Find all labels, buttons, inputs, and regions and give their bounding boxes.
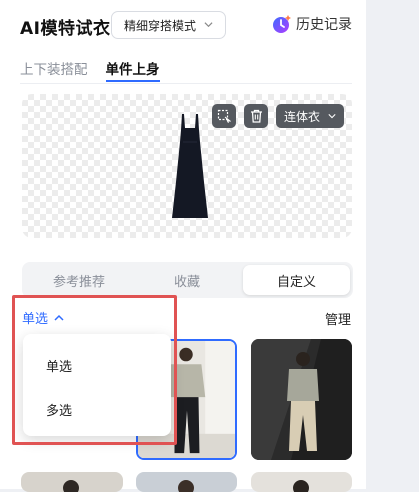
right-background: [366, 0, 419, 489]
history-label: 历史记录: [296, 17, 352, 33]
model-thumbnail[interactable]: [251, 339, 352, 460]
try-on-tabs: 上下装搭配 单件上身: [20, 58, 178, 82]
mode-select[interactable]: 精细穿搭模式: [111, 11, 226, 39]
tab-top-bottom[interactable]: 上下装搭配: [20, 58, 88, 82]
model-photo: [251, 339, 352, 460]
crop-select-icon: [217, 109, 231, 123]
tab-divider: [20, 83, 352, 84]
segment-recommended[interactable]: 参考推荐: [25, 265, 133, 295]
category-select[interactable]: 连体衣: [276, 104, 344, 128]
annotation-highlight: [12, 295, 177, 445]
app-title: AI模特试衣: [20, 19, 111, 39]
model-source-segment: 参考推荐 收藏 自定义: [22, 262, 353, 298]
manage-button[interactable]: 管理: [325, 309, 351, 328]
segment-favorites[interactable]: 收藏: [133, 265, 241, 295]
chevron-down-icon: [328, 114, 336, 119]
model-photo: [251, 472, 352, 492]
delete-button[interactable]: [244, 104, 268, 128]
history-icon: [273, 15, 291, 33]
trash-icon: [250, 109, 262, 123]
model-photo: [21, 472, 123, 492]
model-thumbnail[interactable]: [21, 472, 123, 492]
history-button[interactable]: 历史记录: [272, 14, 352, 34]
model-thumbnail[interactable]: [251, 472, 352, 492]
garment-preview: 连体衣: [22, 94, 352, 238]
side-panel: AI模特试衣 精细穿搭模式 历史记录 上下装搭配 单件上身 连体衣 参考推荐 收…: [0, 0, 366, 492]
mode-select-value: 精细穿搭模式: [124, 18, 197, 33]
crop-select-button[interactable]: [212, 104, 236, 128]
garment-image: [172, 114, 208, 218]
segment-custom[interactable]: 自定义: [243, 265, 350, 295]
tab-single-item[interactable]: 单件上身: [105, 58, 160, 82]
category-select-value: 连体衣: [284, 109, 321, 124]
model-photo: [136, 472, 237, 492]
model-thumbnail[interactable]: [136, 472, 237, 492]
chevron-down-icon: [204, 22, 213, 28]
